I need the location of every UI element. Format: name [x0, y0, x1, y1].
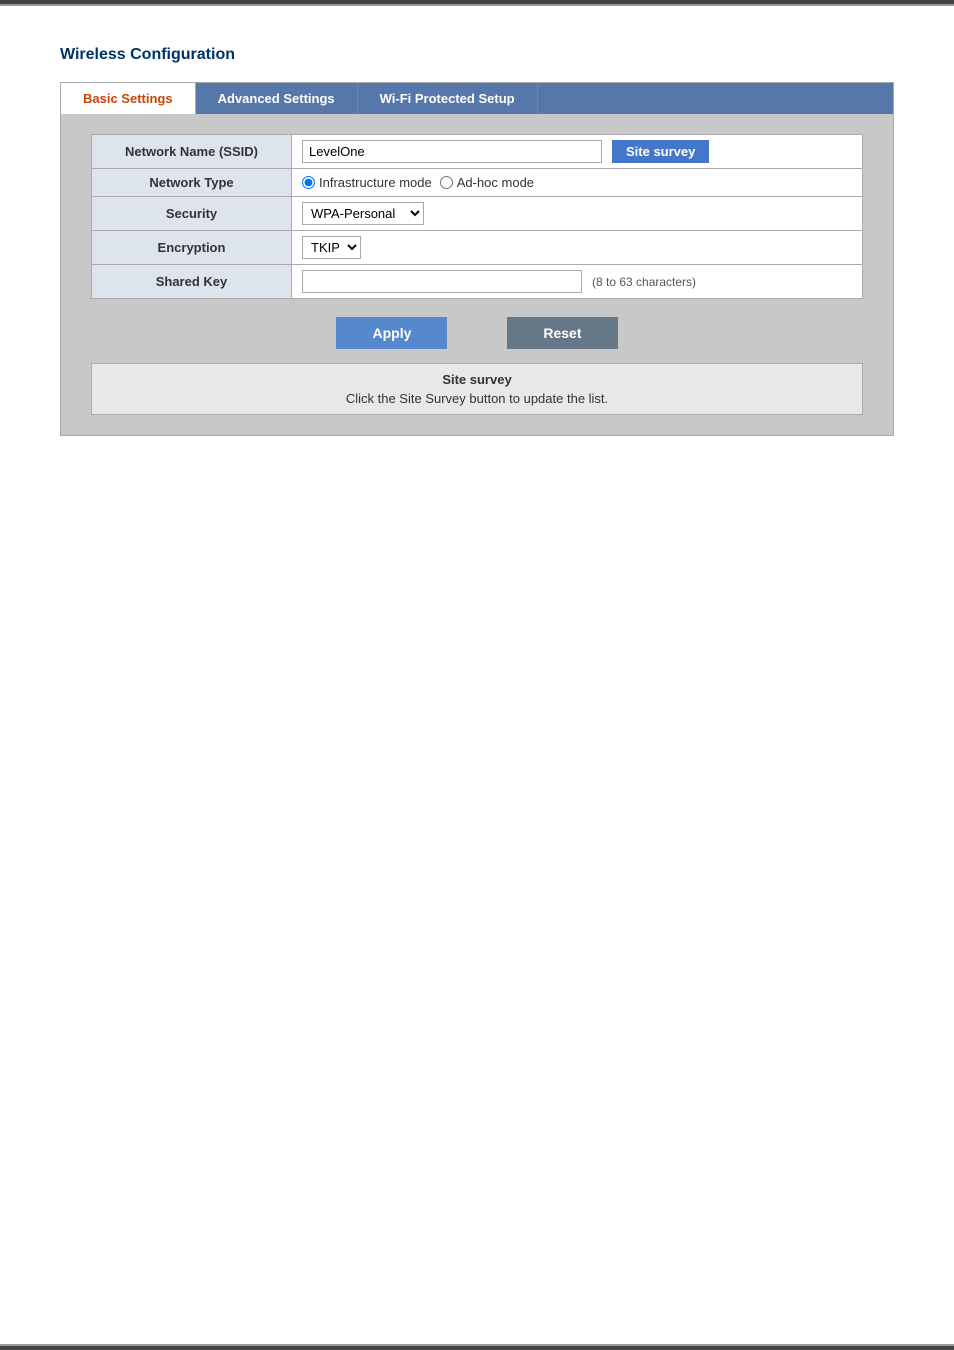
tab-content: Network Name (SSID) Site survey Network … [61, 114, 893, 435]
bottom-spacer [60, 436, 894, 736]
site-survey-info-text: Click the Site Survey button to update t… [102, 391, 852, 406]
tab-wps[interactable]: Wi-Fi Protected Setup [358, 83, 538, 114]
network-type-radio-group: Infrastructure mode Ad-hoc mode [302, 175, 852, 190]
page-title: Wireless Configuration [60, 46, 894, 64]
encryption-select[interactable]: TKIP AES [302, 236, 361, 259]
security-select[interactable]: WPA-Personal WPA2-Personal WEP None [302, 202, 424, 225]
network-name-value-cell: Site survey [292, 135, 863, 169]
settings-table: Network Name (SSID) Site survey Network … [91, 134, 863, 299]
network-name-label: Network Name (SSID) [92, 135, 292, 169]
encryption-label: Encryption [92, 231, 292, 265]
reset-button[interactable]: Reset [507, 317, 617, 349]
apply-button[interactable]: Apply [336, 317, 447, 349]
page-content: Wireless Configuration Basic Settings Ad… [0, 6, 954, 796]
tab-basic-settings[interactable]: Basic Settings [61, 83, 196, 114]
shared-key-input[interactable] [302, 270, 582, 293]
tab-advanced-settings[interactable]: Advanced Settings [196, 83, 358, 114]
ssid-row: Site survey [302, 140, 852, 163]
shared-key-row: Shared Key (8 to 63 characters) [92, 265, 863, 299]
network-type-value-cell: Infrastructure mode Ad-hoc mode [292, 169, 863, 197]
bottom-border [0, 1344, 954, 1350]
key-hint: (8 to 63 characters) [592, 275, 696, 289]
site-survey-button[interactable]: Site survey [612, 140, 709, 163]
encryption-row: Encryption TKIP AES [92, 231, 863, 265]
security-row: Security WPA-Personal WPA2-Personal WEP … [92, 197, 863, 231]
infrastructure-mode-radio[interactable] [302, 176, 315, 189]
shared-key-label: Shared Key [92, 265, 292, 299]
main-panel: Basic Settings Advanced Settings Wi-Fi P… [60, 82, 894, 436]
action-buttons: Apply Reset [91, 299, 863, 363]
adhoc-mode-label[interactable]: Ad-hoc mode [440, 175, 534, 190]
adhoc-mode-radio[interactable] [440, 176, 453, 189]
encryption-value-cell: TKIP AES [292, 231, 863, 265]
site-survey-info-title: Site survey [102, 372, 852, 387]
infrastructure-mode-text: Infrastructure mode [319, 175, 432, 190]
adhoc-mode-text: Ad-hoc mode [457, 175, 534, 190]
site-survey-info-panel: Site survey Click the Site Survey button… [91, 363, 863, 415]
shared-key-value-cell: (8 to 63 characters) [292, 265, 863, 299]
network-type-row: Network Type Infrastructure mode Ad-hoc … [92, 169, 863, 197]
shared-key-input-row: (8 to 63 characters) [302, 270, 852, 293]
security-label: Security [92, 197, 292, 231]
security-value-cell: WPA-Personal WPA2-Personal WEP None [292, 197, 863, 231]
tab-bar: Basic Settings Advanced Settings Wi-Fi P… [61, 83, 893, 114]
ssid-input[interactable] [302, 140, 602, 163]
network-name-row: Network Name (SSID) Site survey [92, 135, 863, 169]
infrastructure-mode-label[interactable]: Infrastructure mode [302, 175, 432, 190]
network-type-label: Network Type [92, 169, 292, 197]
